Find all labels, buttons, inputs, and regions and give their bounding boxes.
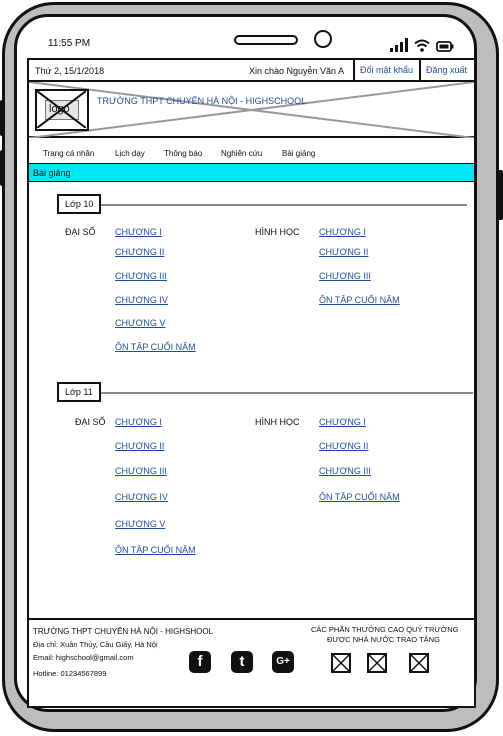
class-label-10: Lớp 10 — [57, 194, 102, 214]
section-title: Bài giảng — [33, 168, 71, 178]
nav-item-notifications[interactable]: Thông báo — [164, 149, 202, 158]
chapter-link[interactable]: CHƯƠNG II — [115, 441, 164, 451]
facebook-icon[interactable]: f — [189, 651, 211, 673]
chapter-link[interactable]: CHƯƠNG I — [115, 227, 162, 237]
chapter-link[interactable]: CHƯƠNG IV — [115, 295, 168, 305]
chapter-link[interactable]: CHƯƠNG I — [319, 227, 366, 237]
award-image-placeholder — [409, 653, 429, 673]
section-divider — [57, 392, 473, 394]
award-cross-icon — [332, 654, 350, 672]
subject-geometry: HÌNH HỌC — [255, 227, 300, 237]
site-footer: TRƯỜNG THPT CHUYÊN HÀ NỘI - HIGHSHOOL Đị… — [29, 618, 474, 706]
nav-item-profile[interactable]: Trang cá nhân — [43, 149, 94, 158]
section-divider — [57, 204, 467, 206]
change-password-button[interactable]: Đổi mật khẩu — [353, 60, 421, 80]
footer-school-name: TRƯỜNG THPT CHUYÊN HÀ NỘI - HIGHSHOOL — [33, 627, 214, 636]
site-header: logo TRƯỜNG THPT CHUYÊN HÀ NỘI - HIGHSCH… — [29, 82, 474, 138]
chapter-link[interactable]: CHƯƠNG V — [115, 519, 165, 529]
status-bar: 11:55 PM — [26, 30, 476, 58]
web-page: Thứ 2, 15/1/2018 Xin chào Nguyễn Văn A Đ… — [27, 58, 476, 708]
awards-title-line2: ĐƯỢC NHÀ NƯỚC TRAO TẶNG — [327, 635, 440, 644]
status-icons — [390, 36, 454, 52]
nav-item-schedule[interactable]: Lịch dạy — [115, 149, 145, 158]
awards-title-line1: CÁC PHẦN THƯỞNG CAO QUÝ TRƯỜNG — [311, 625, 459, 634]
signal-icon — [390, 38, 408, 52]
nav-item-research[interactable]: Nghiên cứu — [221, 149, 262, 158]
logout-button[interactable]: Đăng xuất — [421, 60, 474, 80]
tumblr-icon[interactable]: t — [231, 651, 253, 673]
volume-button — [0, 150, 4, 186]
logo-text: logo — [49, 103, 70, 115]
camera-icon — [314, 30, 332, 48]
award-cross-icon — [410, 654, 428, 672]
footer-hotline: Hotline: 01234567899 — [33, 669, 107, 678]
award-image-placeholder — [331, 653, 351, 673]
footer-address: Địa chỉ: Xuân Thủy, Cầu Giấy, Hà Nội — [33, 640, 158, 649]
greeting-text: Xin chào Nguyễn Văn A — [249, 66, 345, 76]
chapter-link[interactable]: CHƯƠNG III — [115, 271, 167, 281]
chapter-link[interactable]: ÔN TẬP CUỐI NĂM — [319, 295, 400, 305]
main-nav: Trang cá nhân Lịch dạy Thông báo Nghiên … — [29, 140, 474, 162]
logout-label: Đăng xuất — [426, 65, 468, 75]
chapter-link[interactable]: CHƯƠNG I — [319, 417, 366, 427]
header-image-placeholder — [29, 82, 474, 138]
award-cross-icon — [368, 654, 386, 672]
change-password-label: Đổi mật khẩu — [360, 65, 414, 75]
speaker-grille — [234, 35, 298, 45]
chapter-link[interactable]: CHƯƠNG IV — [115, 492, 168, 502]
chapter-link[interactable]: ÔN TẬP CUỐI NĂM — [115, 545, 196, 555]
section-title-bar: Bài giảng — [29, 163, 474, 182]
chapter-link[interactable]: CHƯƠNG V — [115, 318, 165, 328]
battery-icon — [436, 41, 454, 52]
school-name: TRƯỜNG THPT CHUYÊN HÀ NỘI - HIGHSCHOOL — [97, 96, 307, 106]
class-label-11: Lớp 11 — [57, 382, 101, 402]
status-time: 11:55 PM — [48, 38, 91, 49]
chapter-link[interactable]: ÔN TẬP CUỐI NĂM — [319, 492, 400, 502]
chapter-link[interactable]: CHƯƠNG III — [319, 271, 371, 281]
power-button — [498, 170, 503, 220]
chapter-link[interactable]: CHƯƠNG I — [115, 417, 162, 427]
logo[interactable]: logo — [35, 89, 89, 131]
subject-algebra: ĐẠI SỐ — [75, 417, 106, 427]
chapter-link[interactable]: CHƯƠNG II — [319, 247, 368, 257]
top-bar: Thứ 2, 15/1/2018 Xin chào Nguyễn Văn A Đ… — [29, 60, 474, 82]
award-image-placeholder — [367, 653, 387, 673]
chapter-link[interactable]: CHƯƠNG III — [115, 466, 167, 476]
current-date: Thứ 2, 15/1/2018 — [35, 66, 105, 76]
chapter-link[interactable]: CHƯƠNG II — [115, 247, 164, 257]
footer-email: Email: highschool@gmail.com — [33, 653, 134, 662]
nav-item-lectures[interactable]: Bài giảng — [282, 149, 315, 158]
chapter-link[interactable]: CHƯƠNG III — [319, 466, 371, 476]
subject-geometry: HÌNH HỌC — [255, 417, 300, 427]
volume-button — [0, 100, 4, 136]
wifi-icon — [414, 39, 430, 52]
google-plus-icon[interactable]: G+ — [272, 651, 294, 673]
chapter-link[interactable]: ÔN TẬP CUỐI NĂM — [115, 342, 196, 352]
subject-algebra: ĐẠI SỐ — [65, 227, 96, 237]
chapter-link[interactable]: CHƯƠNG II — [319, 441, 368, 451]
